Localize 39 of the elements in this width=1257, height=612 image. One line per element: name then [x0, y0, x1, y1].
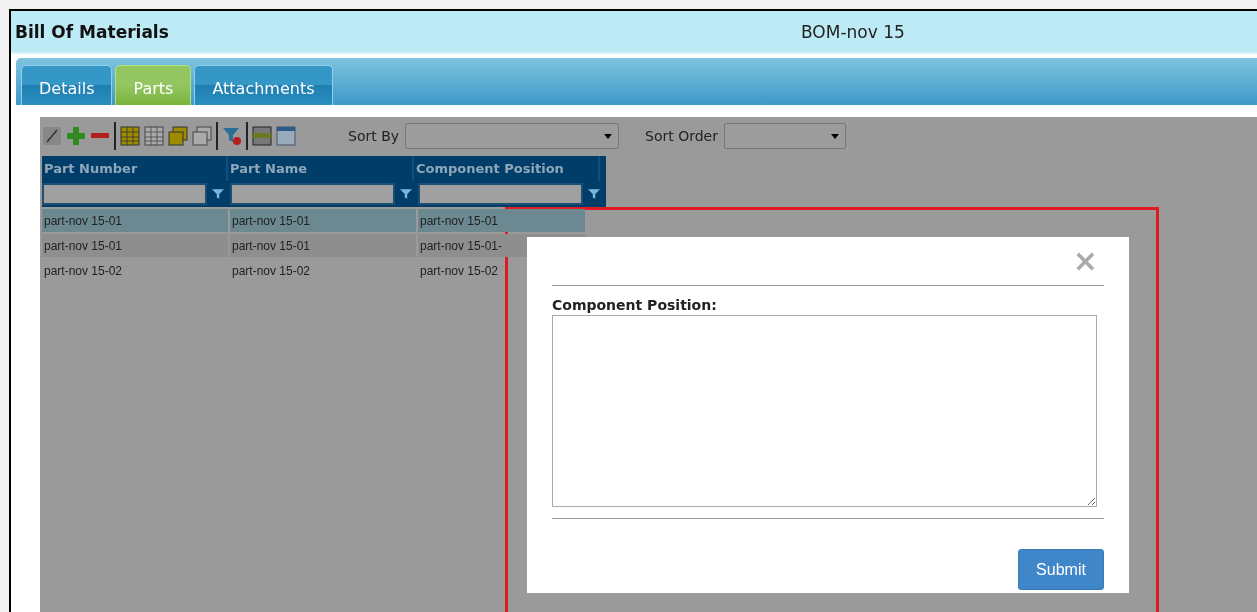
filter-field[interactable] [42, 183, 207, 205]
sort-order-select[interactable] [724, 123, 846, 149]
filter-icon[interactable] [400, 188, 412, 200]
table-cell: part-nov 15-01 [230, 234, 418, 257]
field-label: Component Position: [552, 297, 718, 313]
tab[interactable]: Attachments [194, 65, 333, 105]
caret-icon [831, 133, 839, 139]
window-title: Bill Of Materials [15, 21, 169, 42]
close-button[interactable]: × [1066, 246, 1104, 276]
tab[interactable]: Details [21, 65, 113, 105]
sort-by-select[interactable] [405, 123, 620, 149]
table-cell-text: part-nov 15-02 [419, 263, 500, 280]
table-icon[interactable] [276, 126, 296, 146]
filter-icon[interactable] [588, 188, 600, 200]
filter-field[interactable] [230, 183, 395, 205]
table-row[interactable]: part-nov 15-01 part-nov 15-01 part-nov 15-01- [42, 234, 585, 257]
clear-filter-icon[interactable] [222, 126, 242, 146]
caret-icon [604, 133, 613, 139]
row-icon[interactable] [252, 126, 272, 146]
sort-by-label: Sort By [348, 128, 400, 144]
table-cell: part-nov 15-02 [230, 259, 418, 282]
table-cell: part-nov 15-01 [42, 209, 230, 232]
table-cell: part-nov 15-02 [42, 259, 230, 282]
table-row[interactable]: part-nov 15-02 part-nov 15-02 part-nov 15-02 [42, 259, 585, 282]
table-row[interactable]: part-nov 15-01 part-nov 15-01 part-nov 15-01 [42, 209, 585, 232]
stacked-grid-icon[interactable] [192, 126, 212, 146]
submit-button[interactable]: Submit [1018, 549, 1104, 590]
edit-icon[interactable] [42, 126, 62, 146]
stacked-grid-icon[interactable] [168, 126, 188, 146]
sort-order-label: Sort Order [645, 128, 718, 144]
filter-field[interactable] [418, 183, 583, 205]
grid-icon[interactable] [144, 126, 164, 146]
table-cell: part-nov 15-01 [230, 209, 418, 232]
filter-icon[interactable] [212, 188, 224, 200]
table-cell: part-nov 15-01 [42, 234, 230, 257]
record-name: BOM-nov 15 [801, 21, 905, 42]
table-cell-text: part-nov 15-01 [419, 213, 500, 230]
table-cell-text: part-nov 15-01- [419, 238, 504, 255]
grid-icon[interactable] [120, 126, 140, 146]
